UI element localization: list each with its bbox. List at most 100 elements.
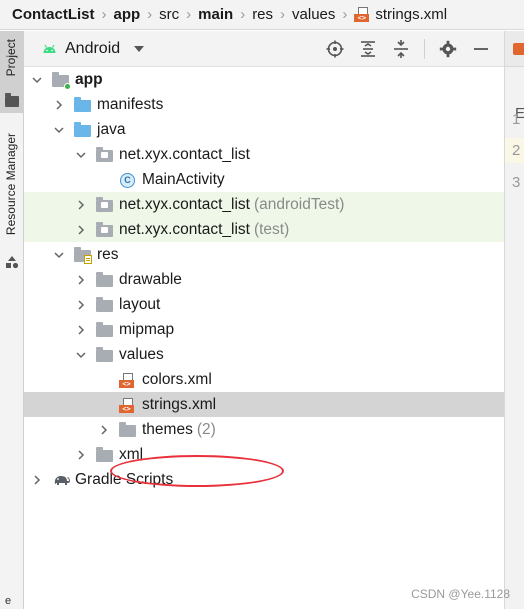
chevron-right-icon: › [342,6,348,23]
gradle-elephant-icon [52,473,70,487]
chevron-right-icon[interactable] [75,299,87,311]
breadcrumb: ContactList › app › src › main › res › v… [0,0,524,30]
resource-manager-label: Resource Manager [4,133,18,236]
tree-item-app[interactable]: app [24,67,504,92]
tree-item-package-androidtest[interactable]: net.xyx.contact_list (androidTest) [24,192,504,217]
tree-item-label: MainActivity [142,170,225,188]
tree-item-mipmap[interactable]: mipmap [24,317,504,342]
panel-toolbar [325,31,504,67]
tree-item-values[interactable]: values [24,342,504,367]
module-folder-icon [52,71,71,90]
view-mode-selector[interactable]: Android [24,39,145,58]
tree-item-colors-xml[interactable]: <> colors.xml [24,367,504,392]
chevron-down-icon[interactable] [53,249,65,261]
breadcrumb-file-label: strings.xml [375,6,448,23]
tree-item-label: java [97,120,126,138]
chevron-down-icon [134,45,145,52]
tree-item-label: Gradle Scripts [75,470,174,488]
tree-item-drawable[interactable]: drawable [24,267,504,292]
package-icon [96,221,113,237]
tree-item-package[interactable]: net.xyx.contact_list [24,142,504,167]
tree-item-label: manifests [97,95,164,113]
tree-item-label: drawable [119,270,182,288]
breadcrumb-item-main[interactable]: main [198,6,233,23]
editor-area: E 1 2 3 [504,31,524,609]
tree-item-strings-xml[interactable]: <> strings.xml [24,392,504,417]
tree-item-package-test[interactable]: net.xyx.contact_list (test) [24,217,504,242]
line-number: 2 [505,138,524,163]
chevron-down-icon[interactable] [75,349,87,361]
chevron-right-icon[interactable] [75,449,87,461]
chevron-down-icon[interactable] [75,149,87,161]
chevron-right-icon[interactable] [75,199,87,211]
toolbar-divider [424,39,425,59]
tree-item-xml[interactable]: xml [24,442,504,467]
tree-item-label: net.xyx.contact_list [119,220,250,238]
chevron-right-icon[interactable] [31,474,43,486]
tree-item-themes[interactable]: themes (2) [24,417,504,442]
chevron-right-icon[interactable] [75,224,87,236]
class-icon: C [119,172,136,188]
breadcrumb-item-module[interactable]: app [114,6,141,23]
tool-window-strip: Project Resource Manager e [0,31,24,609]
tree-item-label: values [119,345,164,363]
collapse-all-icon[interactable] [391,39,411,59]
strip-bottom-glyph: e [5,595,12,607]
tree-item-layout[interactable]: layout [24,292,504,317]
editor-tab[interactable] [505,31,524,67]
tree-item-label: layout [119,295,161,313]
chevron-right-icon[interactable] [75,324,87,336]
view-mode-label: Android [65,39,121,57]
folder-gray-icon [96,446,113,462]
resource-manager-icon [6,256,19,269]
tree-item-suffix: (2) [196,420,216,438]
tree-item-suffix: (androidTest) [253,195,345,213]
breadcrumb-item-file[interactable]: <> strings.xml [354,6,447,23]
folder-icon [5,93,19,107]
chevron-right-icon: › [186,6,192,23]
tree-item-label: themes [142,420,193,438]
chevron-right-icon[interactable] [75,274,87,286]
tree-item-label: colors.xml [142,370,212,388]
tree-item-label: mipmap [119,320,175,338]
chevron-right-icon: › [280,6,286,23]
xml-file-icon [513,43,524,55]
android-icon [43,44,56,53]
tree-item-label: res [97,245,119,263]
xml-file-icon: <> [354,7,370,22]
project-tool-tab[interactable]: Project [0,31,23,113]
tree-item-java[interactable]: java [24,117,504,142]
xml-file-icon: <> [119,372,136,388]
gear-icon[interactable] [438,39,458,59]
breadcrumb-item-res[interactable]: res [252,6,273,23]
folder-gray-icon [96,271,113,287]
breadcrumb-item-values[interactable]: values [292,6,335,23]
chevron-right-icon: › [101,6,107,23]
breadcrumb-item-src[interactable]: src [159,6,179,23]
tree-item-res[interactable]: res [24,242,504,267]
tree-item-manifests[interactable]: manifests [24,92,504,117]
line-number: 3 [512,174,521,191]
tree-item-label: net.xyx.contact_list [119,145,250,163]
breadcrumb-item-project[interactable]: ContactList [12,6,95,23]
tree-item-label: strings.xml [142,395,217,413]
tree-item-label: xml [119,445,144,463]
chevron-right-icon[interactable] [53,99,65,111]
line-number: 1 [512,111,521,128]
chevron-down-icon[interactable] [53,124,65,136]
project-panel-header: Android [24,31,504,67]
chevron-right-icon: › [147,6,153,23]
watermark: CSDN @Yee.1128 [411,587,510,601]
chevron-right-icon[interactable] [98,424,110,436]
project-tree: app manifests java net.xyx.contact_list … [24,67,504,609]
resource-manager-tool-tab[interactable]: Resource Manager [0,129,23,279]
project-tool-label: Project [4,39,18,77]
tree-item-mainactivity[interactable]: C MainActivity [24,167,504,192]
folder-gray-icon [96,346,113,362]
tree-item-gradle-scripts[interactable]: Gradle Scripts [24,467,504,492]
minimize-icon[interactable] [471,39,491,59]
expand-all-icon[interactable] [358,39,378,59]
tree-item-suffix: (test) [253,220,290,238]
chevron-down-icon[interactable] [31,74,43,86]
crosshair-icon[interactable] [325,39,345,59]
